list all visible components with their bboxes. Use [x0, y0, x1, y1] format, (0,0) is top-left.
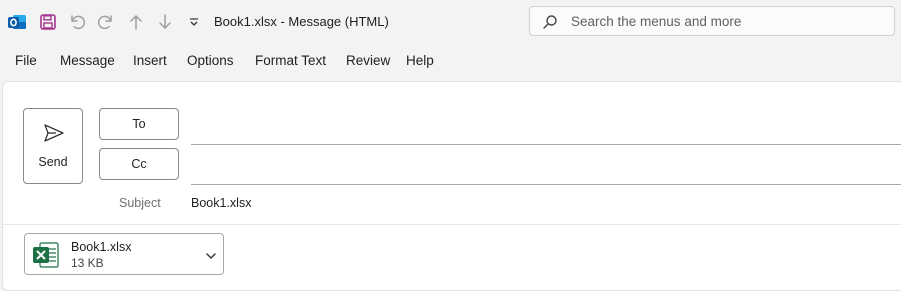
- menu-bar: File Message Insert Options Format Text …: [0, 44, 901, 78]
- attachment-card[interactable]: Book1.xlsx 13 KB: [24, 233, 224, 275]
- menu-file[interactable]: File: [15, 53, 37, 68]
- attachment-size: 13 KB: [71, 256, 104, 270]
- redo-icon[interactable]: [95, 11, 117, 33]
- send-button[interactable]: Send: [23, 108, 83, 184]
- subject-field[interactable]: Book1.xlsx: [191, 196, 251, 210]
- send-icon: [43, 123, 65, 148]
- menu-options[interactable]: Options: [187, 53, 234, 68]
- search-box[interactable]: Search the menus and more: [529, 6, 895, 36]
- title-bar: Book1.xlsx - Message (HTML) Search the m…: [0, 0, 901, 44]
- to-button[interactable]: To: [99, 108, 179, 140]
- to-field[interactable]: [191, 144, 901, 145]
- save-icon[interactable]: [37, 11, 59, 33]
- window-title: Book1.xlsx - Message (HTML): [214, 14, 389, 29]
- menu-message[interactable]: Message: [60, 53, 115, 68]
- menu-insert[interactable]: Insert: [133, 53, 167, 68]
- outlook-icon: [6, 11, 28, 33]
- cc-field[interactable]: [191, 184, 901, 185]
- send-label: Send: [38, 155, 68, 169]
- undo-icon[interactable]: [66, 11, 88, 33]
- divider: [3, 224, 901, 225]
- customize-chevron-icon[interactable]: [183, 11, 205, 33]
- menu-help[interactable]: Help: [406, 53, 434, 68]
- chevron-down-icon[interactable]: [205, 249, 217, 267]
- search-icon: [542, 14, 558, 35]
- menu-format-text[interactable]: Format Text: [255, 53, 326, 68]
- attachment-name: Book1.xlsx: [71, 240, 132, 254]
- cc-button[interactable]: Cc: [99, 148, 179, 180]
- excel-file-icon: [31, 240, 61, 275]
- down-arrow-icon[interactable]: [154, 11, 176, 33]
- search-placeholder: Search the menus and more: [571, 14, 742, 29]
- up-arrow-icon[interactable]: [125, 11, 147, 33]
- subject-label: Subject: [119, 196, 161, 210]
- menu-review[interactable]: Review: [346, 53, 390, 68]
